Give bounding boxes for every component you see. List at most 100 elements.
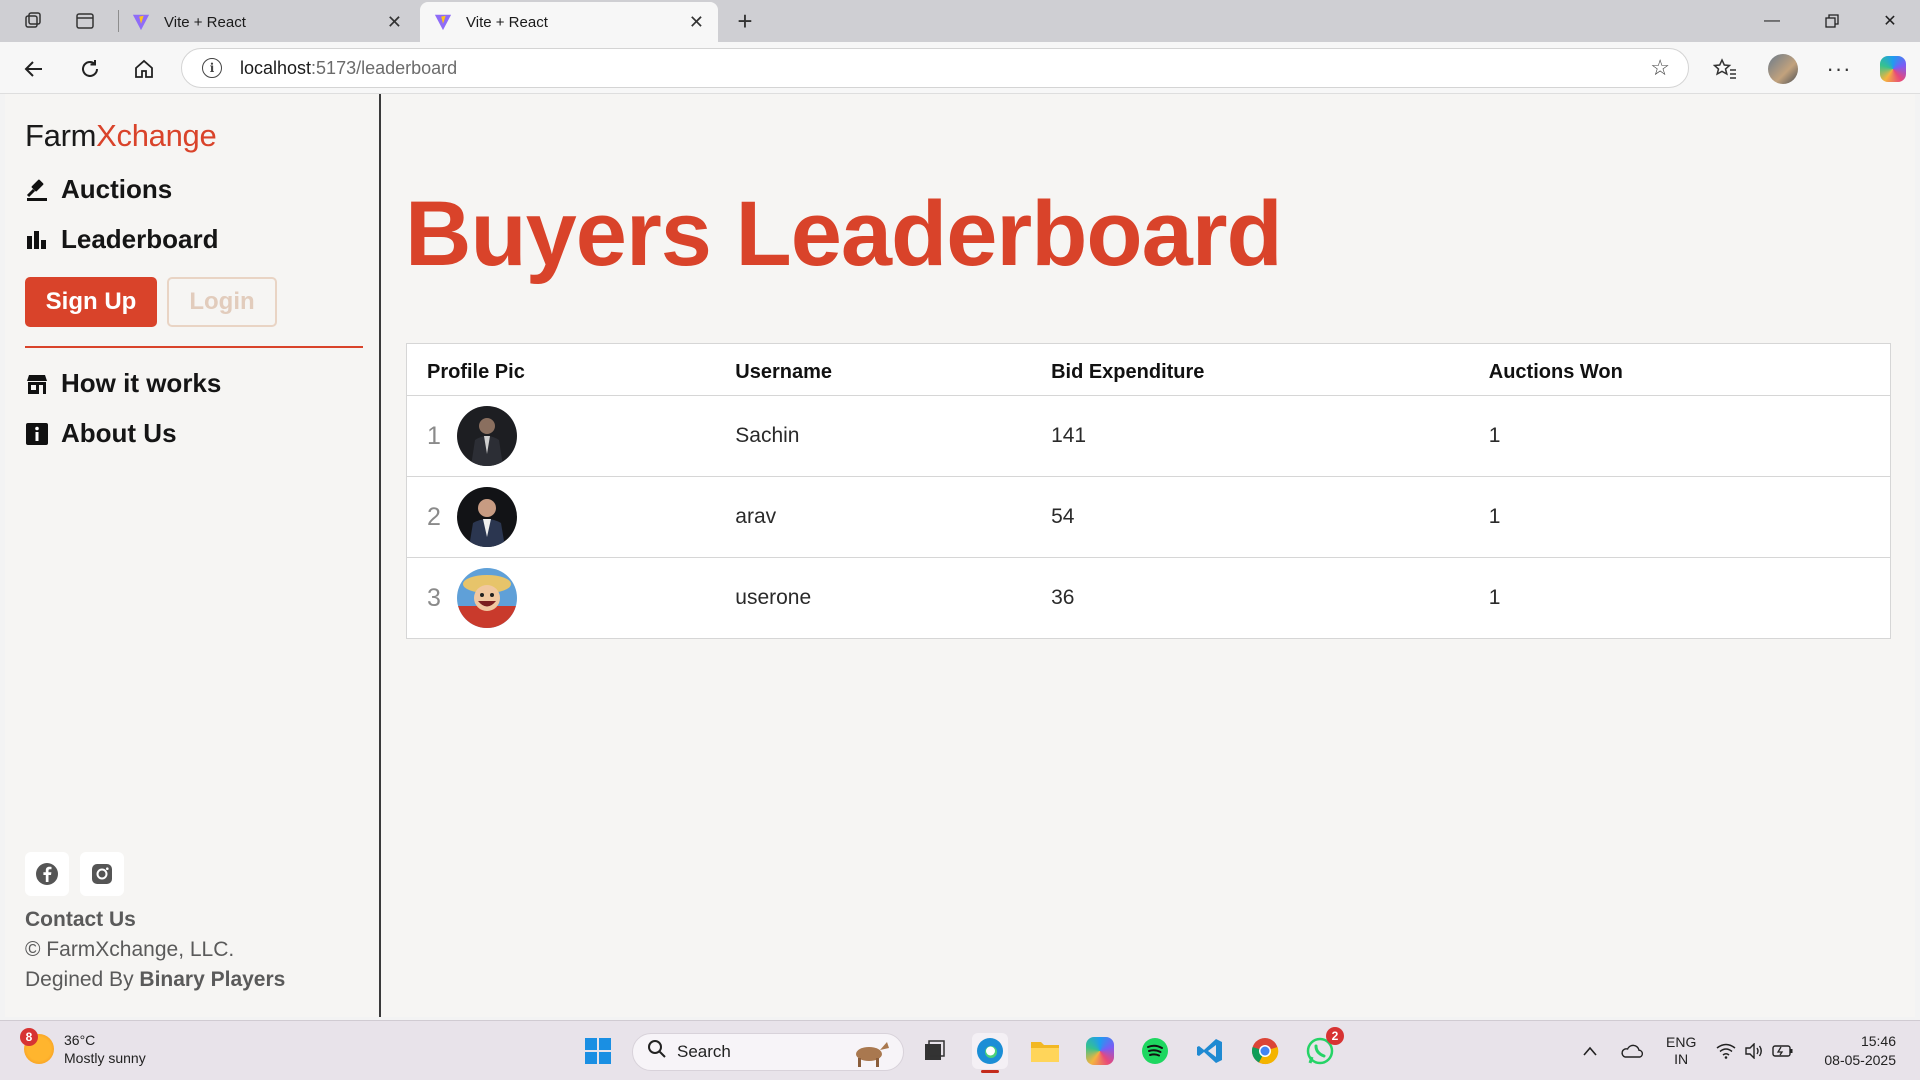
taskbar: 8 36°C Mostly sunny Search 2 ENG IN 15:4…	[0, 1020, 1920, 1080]
file-explorer-icon[interactable]	[1027, 1033, 1063, 1069]
wifi-icon	[1716, 1043, 1736, 1059]
new-tab-icon[interactable]: +	[730, 6, 760, 36]
close-tab-icon[interactable]: ✕	[689, 12, 704, 33]
close-tab-icon[interactable]: ✕	[387, 12, 402, 33]
brand-part1: Farm	[25, 118, 97, 153]
designed-by-name: Binary Players	[139, 968, 286, 991]
nav-leaderboard[interactable]: Leaderboard	[25, 224, 219, 255]
weather-widget[interactable]: 8 36°C Mostly sunny	[20, 1028, 146, 1067]
url-path: :5173/leaderboard	[311, 57, 458, 78]
nav-how-it-works-label: How it works	[61, 368, 222, 398]
address-toolbar: i localhost:5173/leaderboard ☆ ···	[0, 42, 1920, 94]
reload-icon[interactable]	[74, 53, 106, 85]
region-code: IN	[1674, 1051, 1689, 1067]
tab-title: Vite + React	[164, 13, 246, 31]
whatsapp-badge: 2	[1326, 1027, 1344, 1045]
sun-icon: 8	[20, 1028, 54, 1064]
nav-auctions[interactable]: Auctions	[25, 174, 172, 205]
copilot-app-icon[interactable]	[1082, 1033, 1118, 1069]
nav-about-us-label: About Us	[61, 418, 177, 448]
clock-date: 08-05-2025	[1824, 1052, 1896, 1068]
whatsapp-icon[interactable]: 2	[1302, 1027, 1344, 1069]
weather-badge: 8	[20, 1028, 38, 1046]
address-bar[interactable]: i localhost:5173/leaderboard ☆	[181, 48, 1689, 88]
avatar	[456, 487, 517, 547]
bid-expenditure-cell: 54	[1051, 476, 1489, 558]
rank-number: 2	[427, 502, 441, 531]
rank-number: 1	[427, 421, 441, 450]
volume-icon	[1745, 1043, 1762, 1059]
info-icon	[25, 422, 49, 446]
nav-how-it-works[interactable]: How it works	[25, 368, 221, 399]
search-placeholder: Search	[677, 1042, 731, 1061]
bid-expenditure-cell: 141	[1051, 395, 1489, 477]
edge-browser-icon[interactable]	[972, 1033, 1008, 1073]
close-window-icon[interactable]: ✕	[1870, 6, 1910, 36]
search-icon	[647, 1039, 667, 1065]
sidebar-divider	[25, 346, 363, 348]
username-cell: Sachin	[735, 395, 1052, 477]
restore-icon[interactable]	[1812, 6, 1852, 36]
avatar	[456, 568, 517, 628]
copilot-icon[interactable]	[1876, 52, 1910, 86]
minimize-icon[interactable]: —	[1752, 6, 1792, 36]
tab-title: Vite + React	[466, 13, 548, 31]
login-button[interactable]: Login	[167, 277, 277, 327]
nav-leaderboard-label: Leaderboard	[61, 224, 219, 254]
brand-logo[interactable]: FarmXchange	[25, 118, 217, 154]
chrome-icon[interactable]	[1247, 1033, 1283, 1069]
nav-about-us[interactable]: About Us	[25, 418, 177, 449]
more-options-icon[interactable]: ···	[1822, 52, 1856, 86]
battery-icon	[1772, 1045, 1793, 1057]
tab-active[interactable]: Vite + React ✕	[420, 2, 718, 42]
language-indicator[interactable]: ENG IN	[1666, 1021, 1696, 1080]
home-icon[interactable]	[128, 53, 160, 85]
username-cell: userone	[735, 557, 1052, 639]
table-row: 2 arav 54 1	[406, 476, 1891, 558]
profile-cell: 2	[406, 476, 736, 558]
auctions-won-cell: 1	[1488, 395, 1891, 477]
nav-auctions-label: Auctions	[61, 174, 173, 204]
show-hidden-icons[interactable]	[1582, 1021, 1598, 1080]
back-icon[interactable]	[18, 53, 50, 85]
bid-expenditure-cell: 36	[1051, 557, 1489, 639]
contact-us-link[interactable]: Contact Us	[25, 908, 136, 932]
browser-tab-bar: Vite + React ✕ Vite + React ✕ + — ✕	[0, 0, 1920, 42]
site-info-icon[interactable]: i	[202, 58, 222, 78]
clock-time: 15:46	[1860, 1033, 1896, 1049]
taskbar-search[interactable]: Search	[632, 1033, 904, 1071]
auctions-won-cell: 1	[1488, 476, 1891, 558]
windows-start-icon[interactable]	[580, 1033, 616, 1069]
tab-inactive[interactable]: Vite + React ✕	[118, 2, 416, 42]
username-cell: arav	[735, 476, 1052, 558]
spotify-icon[interactable]	[1137, 1033, 1173, 1069]
designed-by-prefix: Degined By	[25, 968, 140, 991]
favorite-star-icon[interactable]: ☆	[1650, 55, 1670, 81]
sidebar: FarmXchange Auctions Leaderboard Sign Up…	[5, 94, 381, 1017]
profile-avatar-icon[interactable]	[1766, 52, 1800, 86]
table-header-row: Profile Pic Username Bid Expenditure Auc…	[407, 344, 1891, 396]
onedrive-icon[interactable]	[1620, 1021, 1644, 1080]
copyright-text: © FarmXchange, LLC.	[25, 938, 235, 961]
workspaces-icon[interactable]	[20, 8, 46, 34]
vscode-icon[interactable]	[1192, 1033, 1228, 1069]
clock[interactable]: 15:46 08-05-2025	[1812, 1021, 1896, 1080]
tab-actions-icon[interactable]	[72, 8, 98, 34]
favorites-icon[interactable]	[1708, 52, 1742, 86]
system-status-group[interactable]	[1716, 1021, 1794, 1080]
avatar	[456, 406, 517, 466]
column-header: Username	[735, 361, 832, 383]
signup-button[interactable]: Sign Up	[25, 277, 157, 327]
brand-part2: Xchange	[96, 118, 217, 153]
table-row: 3 userone 36 1	[406, 557, 1891, 639]
column-header: Profile Pic	[427, 361, 525, 383]
task-view-icon[interactable]	[916, 1033, 952, 1069]
page-title: Buyers Leaderboard	[405, 183, 1283, 285]
vite-favicon-icon	[132, 14, 150, 31]
active-app-indicator	[981, 1070, 999, 1073]
instagram-icon[interactable]	[80, 852, 124, 896]
bar-chart-icon	[25, 228, 49, 252]
store-icon	[25, 372, 49, 396]
designed-by-text: Degined By Binary Players	[25, 968, 285, 992]
facebook-icon[interactable]	[25, 852, 69, 896]
